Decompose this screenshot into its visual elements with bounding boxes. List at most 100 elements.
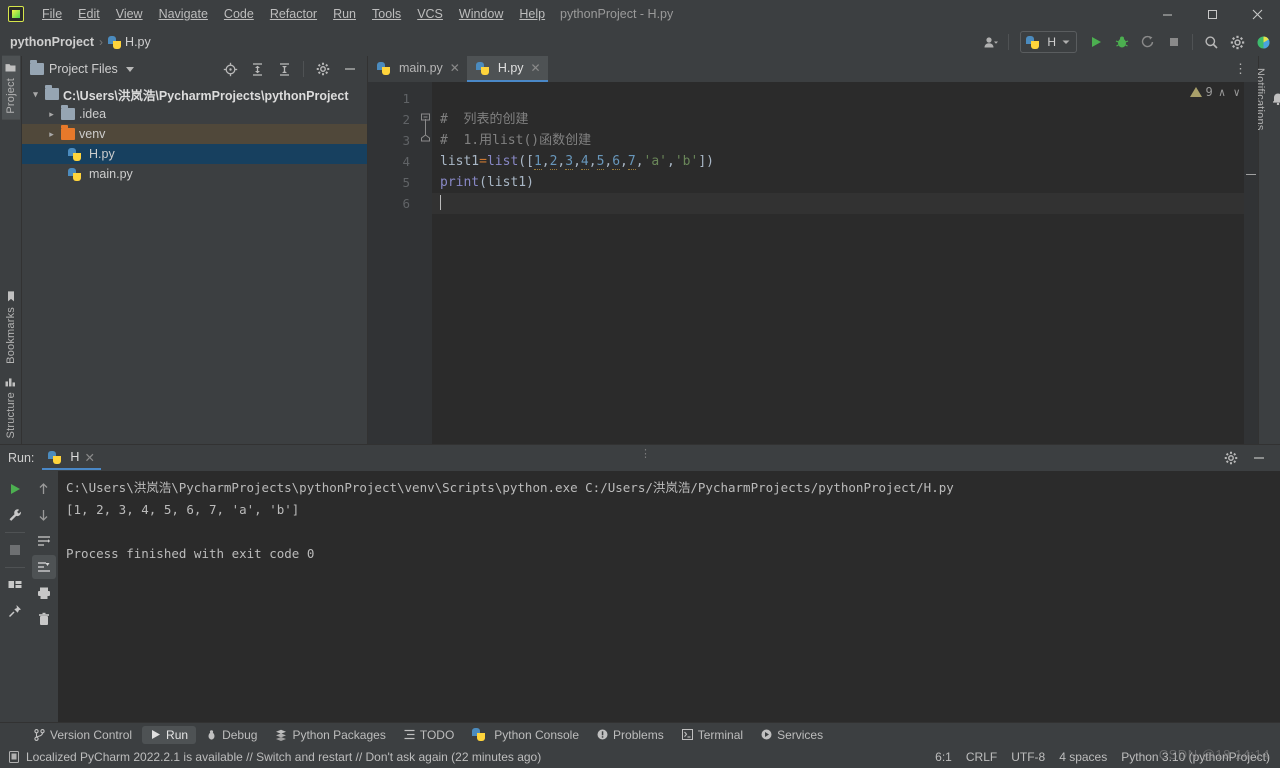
hide-panel-icon[interactable] <box>337 57 363 81</box>
stop-icon[interactable] <box>3 538 27 562</box>
menu-view[interactable]: View <box>108 3 151 25</box>
branch-icon <box>34 728 45 741</box>
structure-icon <box>5 377 15 386</box>
menu-window[interactable]: Window <box>451 3 511 25</box>
trash-icon[interactable] <box>32 607 56 631</box>
debug-button[interactable] <box>1109 30 1135 54</box>
sidebar-tab-structure[interactable]: Structure <box>2 370 20 444</box>
close-run-tab-icon[interactable]: ✕ <box>84 450 94 465</box>
status-message[interactable]: Localized PyCharm 2022.2.1 is available … <box>26 750 541 764</box>
splitter-handle[interactable]: ⋮ <box>640 447 651 460</box>
console-output[interactable]: C:\Users\洪岚浩\PycharmProjects\pythonProje… <box>58 471 1280 722</box>
wrench-icon[interactable] <box>3 503 27 527</box>
menu-vcs[interactable]: VCS <box>409 3 451 25</box>
caret-position[interactable]: 6:1 <box>935 750 952 764</box>
code-text-area[interactable]: # 列表的创建 # 1.用list()函数创建 list1=list([1,2,… <box>432 82 1258 444</box>
menu-run[interactable]: Run <box>325 3 364 25</box>
up-arrow-icon[interactable] <box>32 477 56 501</box>
bottom-tab-todo[interactable]: TODO <box>396 726 462 744</box>
menu-help[interactable]: Help <box>511 3 553 25</box>
run-with-coverage-button[interactable] <box>1135 30 1161 54</box>
file-encoding[interactable]: UTF-8 <box>1011 750 1045 764</box>
run-configuration-selector[interactable]: H <box>1020 31 1077 53</box>
run-window-actions <box>1218 446 1280 470</box>
bottom-tab-version-control[interactable]: Version Control <box>26 726 140 744</box>
console-scrollbar[interactable] <box>1268 471 1280 722</box>
menu-code[interactable]: Code <box>216 3 262 25</box>
chevron-collapsed-icon[interactable]: ▸ <box>46 129 57 140</box>
rerun-icon[interactable] <box>3 477 27 501</box>
close-tab-icon[interactable]: ✕ <box>531 61 541 75</box>
tree-node-h-py[interactable]: H.py <box>22 144 367 164</box>
run-label: Run: <box>8 451 35 465</box>
bottom-tab-terminal[interactable]: Terminal <box>674 726 751 744</box>
stop-button[interactable] <box>1161 30 1187 54</box>
fold-marker-start-icon[interactable] <box>418 109 432 130</box>
user-icon[interactable] <box>977 30 1003 54</box>
bottom-tab-problems[interactable]: Problems <box>589 726 672 744</box>
settings-gear-icon[interactable] <box>1224 30 1250 54</box>
tree-node-idea[interactable]: ▸ .idea <box>22 104 367 124</box>
updates-icon[interactable] <box>1250 30 1276 54</box>
tree-node-root[interactable]: ▾ C:\Users\洪岚浩\PycharmProjects\pythonPro… <box>22 84 367 104</box>
editor-tab-main-py[interactable]: main.py ✕ <box>368 56 467 82</box>
down-arrow-icon[interactable] <box>32 503 56 527</box>
run-icon <box>152 730 161 739</box>
editor-tab-h-py[interactable]: H.py ✕ <box>466 56 548 82</box>
bottom-tab-debug[interactable]: Debug <box>198 726 265 744</box>
close-tab-icon[interactable]: ✕ <box>450 61 460 75</box>
menu-edit[interactable]: Edit <box>70 3 108 25</box>
editor-marker-gutter[interactable] <box>1244 82 1258 444</box>
run-tab-h[interactable]: H ✕ <box>42 446 101 470</box>
search-icon[interactable] <box>1198 30 1224 54</box>
maximize-button[interactable] <box>1190 0 1235 28</box>
bottom-tab-run[interactable]: Run <box>142 725 197 744</box>
indent-setting[interactable]: 4 spaces <box>1059 750 1107 764</box>
menu-refactor[interactable]: Refactor <box>262 3 325 25</box>
chevron-down-icon[interactable] <box>125 66 134 72</box>
settings-gear-icon[interactable] <box>1218 446 1244 470</box>
line-separator[interactable]: CRLF <box>966 750 997 764</box>
locate-icon[interactable] <box>217 57 243 81</box>
tree-node-venv[interactable]: ▸ venv <box>22 124 367 144</box>
bookmarks-tab-label: Bookmarks <box>4 306 17 364</box>
previous-problem-icon[interactable]: ∧ <box>1217 86 1228 99</box>
bottom-tab-python-console[interactable]: Python Console <box>464 726 587 744</box>
chevron-expanded-icon[interactable]: ▾ <box>30 89 41 100</box>
settings-gear-icon[interactable] <box>310 57 336 81</box>
menu-tools[interactable]: Tools <box>364 3 409 25</box>
code-line-3: # 1.用list()函数创建 <box>432 130 1258 151</box>
bottom-tab-run-label: Run <box>166 727 189 742</box>
expand-all-icon[interactable] <box>244 57 270 81</box>
sidebar-tab-bookmarks[interactable]: Bookmarks <box>2 285 20 370</box>
soft-wrap-icon[interactable] <box>32 529 56 553</box>
notification-message-icon[interactable] <box>8 751 20 763</box>
breadcrumb-file[interactable]: H.py <box>125 35 151 49</box>
menu-file[interactable]: File <box>34 3 70 25</box>
print-icon[interactable] <box>32 581 56 605</box>
more-options-icon[interactable]: ⋮ <box>1230 61 1252 77</box>
project-panel-title[interactable]: Project Files <box>49 62 118 76</box>
terminal-icon <box>681 729 693 740</box>
breadcrumb-project[interactable]: pythonProject <box>10 35 94 49</box>
scroll-to-end-icon[interactable] <box>31 555 56 579</box>
chevron-collapsed-icon[interactable]: ▸ <box>46 109 57 120</box>
run-button[interactable] <box>1083 30 1109 54</box>
pin-icon[interactable] <box>3 599 27 623</box>
next-problem-icon[interactable]: ∨ <box>1231 86 1242 99</box>
close-button[interactable] <box>1235 0 1280 28</box>
python-interpreter[interactable]: Python 3.10 (pythonProject) <box>1121 750 1270 764</box>
inspection-widget[interactable]: 9 ∧ ∨ <box>1189 85 1242 99</box>
sidebar-tab-project[interactable]: Project <box>1 56 20 120</box>
warning-marker[interactable] <box>1246 174 1256 175</box>
minimize-button[interactable] <box>1145 0 1190 28</box>
collapse-all-icon[interactable] <box>271 57 297 81</box>
bottom-tab-python-packages[interactable]: Python Packages <box>267 726 393 744</box>
menu-navigate[interactable]: Navigate <box>151 3 216 25</box>
bottom-tab-services[interactable]: Services <box>753 726 831 744</box>
layout-icon[interactable] <box>3 573 27 597</box>
hide-panel-icon[interactable] <box>1246 446 1272 470</box>
tree-node-main-py[interactable]: main.py <box>22 164 367 184</box>
fold-marker-end-icon[interactable] <box>418 130 432 151</box>
